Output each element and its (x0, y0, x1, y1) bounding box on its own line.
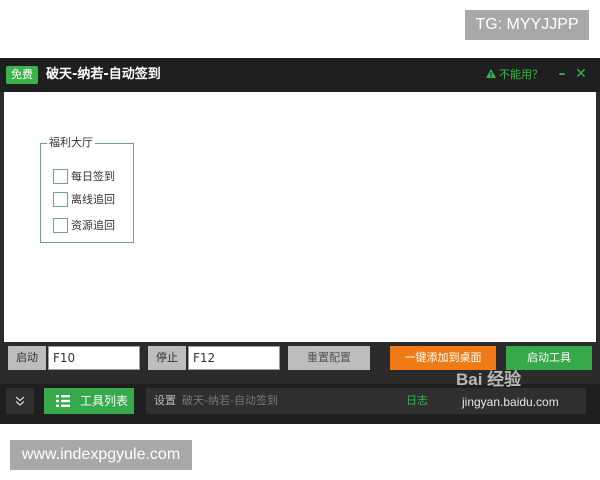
offline-recover-checkbox[interactable] (53, 192, 68, 207)
list-icon (56, 395, 70, 407)
baidu-watermark-logo: Bai 经验 (456, 370, 522, 389)
offline-recover-label: 离线追回 (71, 193, 115, 206)
expand-button[interactable] (6, 388, 34, 414)
add-to-desktop-button[interactable]: 一键添加到桌面 (390, 346, 496, 370)
status-prefix: 设置 (154, 394, 176, 407)
reset-config-button[interactable]: 重置配置 (288, 346, 370, 370)
warning-icon (486, 66, 496, 84)
daily-signin-label: 每日签到 (71, 170, 115, 183)
baidu-watermark-url: jingyan.baidu.com (462, 395, 559, 409)
content-area: 福利大厅 每日签到 离线追回 资源追回 (4, 92, 596, 342)
title-bar: 免费 破天-纳若-自动签到 不能用？ – ✕ (0, 58, 600, 92)
daily-signin-checkbox[interactable] (53, 169, 68, 184)
stop-hotkey-label: 停止 (148, 346, 186, 370)
watermark-top-tag: TG: MYYJJPP (465, 10, 589, 40)
welfare-hall-group: 福利大厅 每日签到 离线追回 资源追回 (40, 135, 134, 243)
tool-list-label: 工具列表 (80, 394, 129, 408)
log-tab[interactable]: 日志 (406, 388, 428, 414)
status-content: 破天-纳若-自动签到 (182, 394, 278, 407)
double-chevron-down-icon (15, 396, 25, 406)
start-hotkey-label: 启动 (8, 346, 46, 370)
app-title: 破天-纳若-自动签到 (46, 67, 161, 82)
app-window: 免费 破天-纳若-自动签到 不能用？ – ✕ 福利大厅 每日签到 离线追回 资源… (0, 58, 600, 424)
start-hotkey-input[interactable]: F10 (48, 346, 140, 370)
resource-recover-checkbox[interactable] (53, 218, 68, 233)
minimize-button[interactable]: – (556, 64, 568, 84)
group-legend: 福利大厅 (47, 135, 95, 151)
help-link[interactable]: 不能用？ (486, 66, 543, 84)
watermark-bottom-site: www.indexpgyule.com (10, 440, 192, 470)
close-button[interactable]: ✕ (575, 64, 587, 84)
free-badge: 免费 (6, 66, 38, 84)
stop-hotkey-input[interactable]: F12 (188, 346, 280, 370)
help-label: 不能用？ (499, 68, 543, 81)
start-tool-button[interactable]: 启动工具 (506, 346, 592, 370)
resource-recover-label: 资源追回 (71, 219, 115, 232)
tool-list-button[interactable]: 工具列表 (44, 388, 134, 414)
